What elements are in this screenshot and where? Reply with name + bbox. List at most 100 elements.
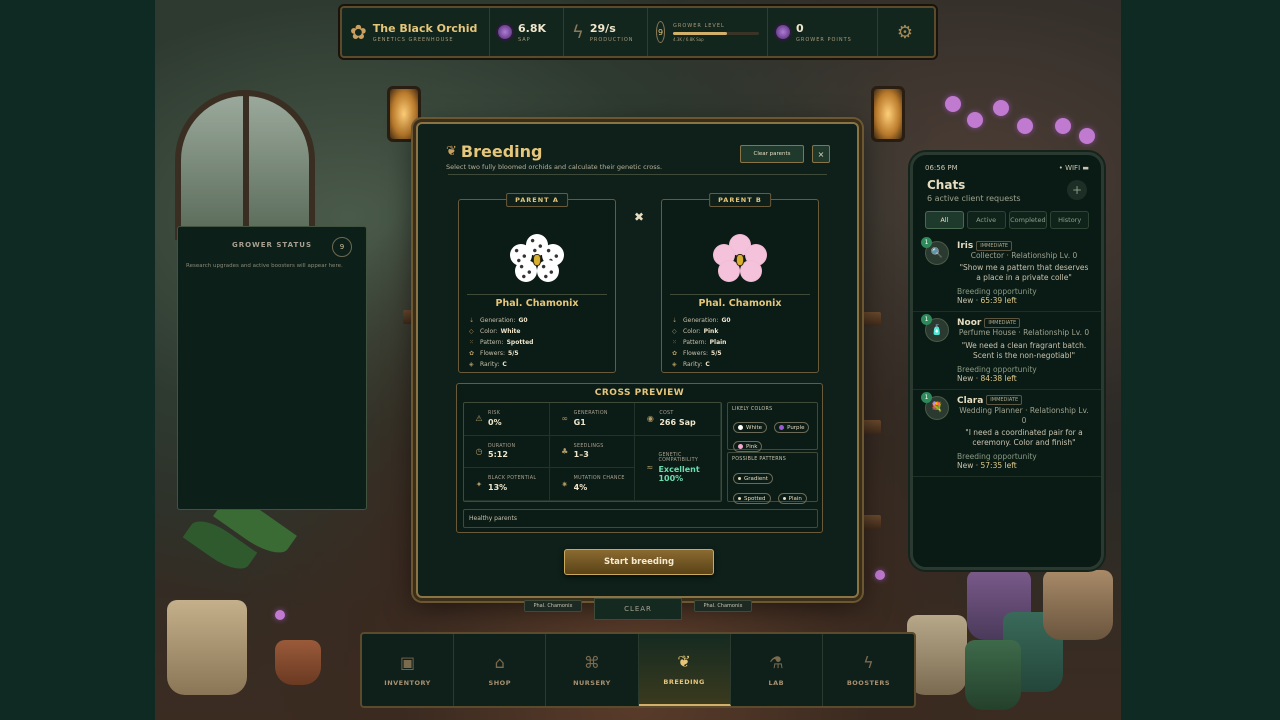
lightning-icon: ϟ bbox=[863, 653, 874, 672]
greenhouse-window bbox=[175, 90, 315, 240]
parent-b-card[interactable]: PARENT B Phal. Chamonix ⇣ Generation: G0 ◇… bbox=[661, 193, 819, 373]
flask-icon: ⚗ bbox=[769, 653, 784, 672]
avatar: 💐 1 bbox=[921, 391, 949, 420]
bouquet-icon: 💐 bbox=[930, 402, 944, 414]
stat-label: GENETIC COMPATIBILITY bbox=[658, 452, 699, 464]
nav-label: LAB bbox=[768, 679, 785, 687]
nav-inventory[interactable]: ▣ INVENTORY bbox=[362, 634, 455, 706]
attr-value: 5/5 bbox=[508, 350, 519, 357]
client-quote: "I need a coordinated pair for a ceremon… bbox=[965, 428, 1083, 448]
tab-all[interactable]: All bbox=[925, 211, 964, 229]
color-name: Purple bbox=[787, 424, 805, 431]
color-icon: ◇ bbox=[672, 328, 677, 335]
client-name: Clara bbox=[957, 395, 984, 406]
color-name: White bbox=[746, 424, 762, 431]
cross-preview: CROSS PREVIEW ⚠ RISK 0% ∞ GENERATION G1 ◉ COS… bbox=[456, 383, 823, 533]
client-role: Collector · Relationship Lv. 0 bbox=[970, 251, 1078, 260]
parent-slot-chip[interactable]: Phal. Chamonix bbox=[524, 600, 582, 612]
attr-value: C bbox=[705, 361, 710, 368]
parent-slot-chip[interactable]: Phal. Chamonix bbox=[694, 600, 752, 612]
top-hud: ✿ The Black Orchid GENETICS GREENHOUSE 6… bbox=[340, 6, 936, 58]
request-type: Breeding opportunity bbox=[957, 287, 1037, 297]
orchid-center bbox=[533, 254, 541, 266]
parent-a-card[interactable]: PARENT A Phal. Chamonix ⇣ Generation: G0 ◇… bbox=[458, 193, 616, 373]
new-chat-button[interactable]: + bbox=[1067, 180, 1087, 200]
color-chip: Purple bbox=[774, 422, 810, 433]
chat-tabs: All Active Completed History bbox=[913, 203, 1101, 235]
cross-preview-title: CROSS PREVIEW bbox=[594, 388, 685, 398]
attr-label: Flowers: bbox=[683, 350, 709, 357]
attr-label: Pattern: bbox=[480, 339, 504, 346]
attr-label: Flowers: bbox=[480, 350, 506, 357]
chats-title: Chats bbox=[927, 178, 966, 192]
grower-status-panel: GROWER STATUS 9 Research upgrades and ac… bbox=[177, 226, 367, 510]
request-status: New · bbox=[957, 373, 981, 383]
nav-nursery[interactable]: ⌘ NURSERY bbox=[546, 634, 639, 706]
stat-duration: ◷ DURATION 5:12 bbox=[464, 435, 550, 469]
wave-icon: ≈ bbox=[646, 463, 654, 473]
chats-subtitle: 6 active client requests bbox=[927, 194, 1021, 203]
possible-patterns: POSSIBLE PATTERNS Gradient Spotted Plain bbox=[727, 452, 818, 504]
grower-points-label: GROWER POINTS bbox=[796, 36, 852, 43]
chats-header: Chats 6 active client requests + bbox=[913, 172, 1101, 203]
plant-pot bbox=[1043, 570, 1113, 640]
cross-stats: ⚠ RISK 0% ∞ GENERATION G1 ◉ COST 266 Sap ◷ DURA… bbox=[463, 402, 722, 502]
chat-request[interactable]: 💐 1 Clara IMMEDIATE Wedding Planner · Rela… bbox=[913, 390, 1101, 478]
nav-label: BREEDING bbox=[663, 678, 705, 686]
flower-icon: ✿ bbox=[672, 350, 678, 357]
settings[interactable]: ⚙ bbox=[878, 8, 932, 56]
chat-request[interactable]: 🔍 1 Iris IMMEDIATE Collector · Relationshi… bbox=[913, 235, 1101, 313]
stat-label: MUTATION CHANCE bbox=[573, 476, 625, 482]
nav-shop[interactable]: ⌂ SHOP bbox=[454, 634, 547, 706]
divider bbox=[448, 174, 827, 175]
attr-value: 5/5 bbox=[711, 350, 722, 357]
nav-label: NURSERY bbox=[573, 679, 611, 687]
warning-icon: ⚠ bbox=[475, 414, 483, 424]
nav-breeding[interactable]: ❦ BREEDING bbox=[638, 634, 731, 706]
pattern-icon: ⁙ bbox=[672, 339, 678, 346]
attr-value: Spotted bbox=[506, 339, 534, 346]
request-type: Breeding opportunity bbox=[957, 364, 1037, 374]
orchid-flower bbox=[1017, 118, 1033, 134]
clear-tab[interactable]: CLEAR bbox=[594, 598, 682, 620]
parent-a-name: Phal. Chamonix bbox=[495, 298, 579, 309]
unread-badge: 1 bbox=[921, 391, 932, 403]
chat-request[interactable]: 🧴 1 Noor IMMEDIATE Perfume House · Relatio… bbox=[913, 312, 1101, 390]
grower-points-orb-icon bbox=[776, 25, 790, 39]
close-button[interactable]: × bbox=[812, 145, 830, 163]
request-status: New · bbox=[957, 296, 981, 306]
client-role: Wedding Planner · Relationship Lv. 0 bbox=[959, 405, 1089, 425]
attr-value: G0 bbox=[518, 317, 528, 324]
nav-lab[interactable]: ⚗ LAB bbox=[731, 634, 823, 706]
client-name: Iris bbox=[957, 241, 974, 251]
attr-label: Color: bbox=[683, 328, 701, 335]
attr-value: G0 bbox=[721, 317, 731, 324]
grower-status-level-badge: 9 bbox=[332, 237, 352, 257]
rarity-icon: ◈ bbox=[469, 361, 474, 368]
orchid-flower bbox=[967, 112, 983, 128]
attr-value: Pink bbox=[703, 328, 719, 335]
sparkle-icon: ✦ bbox=[475, 479, 483, 489]
tab-history[interactable]: History bbox=[1050, 211, 1089, 229]
request-time: New · 57:35 left bbox=[957, 461, 1091, 470]
stat-value: 4% bbox=[573, 482, 588, 492]
stat-label: RISK bbox=[488, 411, 501, 417]
tab-active[interactable]: Active bbox=[966, 211, 1006, 229]
grower-level-bar-fill bbox=[673, 31, 728, 35]
nav-boosters[interactable]: ϟ BOOSTERS bbox=[823, 634, 914, 706]
grower-level-bar bbox=[673, 31, 759, 35]
cross-icon: ✖ bbox=[634, 210, 645, 224]
sap-counter: 6.8K SAP bbox=[490, 8, 564, 56]
clear-parents-button[interactable]: Clear parents bbox=[740, 145, 804, 163]
gear-icon[interactable]: ⚙ bbox=[897, 22, 913, 43]
tab-completed[interactable]: Completed bbox=[1008, 211, 1048, 229]
grower-level-badge: 9 bbox=[656, 21, 665, 43]
left-backdrop bbox=[0, 0, 155, 720]
brand-title: The Black Orchid bbox=[372, 21, 478, 35]
orchid-image bbox=[507, 234, 567, 284]
phone-chats: 06:56 PM • WIFI ▬ Chats 6 active client … bbox=[910, 152, 1104, 570]
sap-label: SAP bbox=[518, 36, 531, 43]
orchid-flower bbox=[993, 100, 1009, 116]
generation-icon: ⇣ bbox=[469, 317, 475, 324]
start-breeding-button[interactable]: Start breeding bbox=[564, 549, 714, 575]
